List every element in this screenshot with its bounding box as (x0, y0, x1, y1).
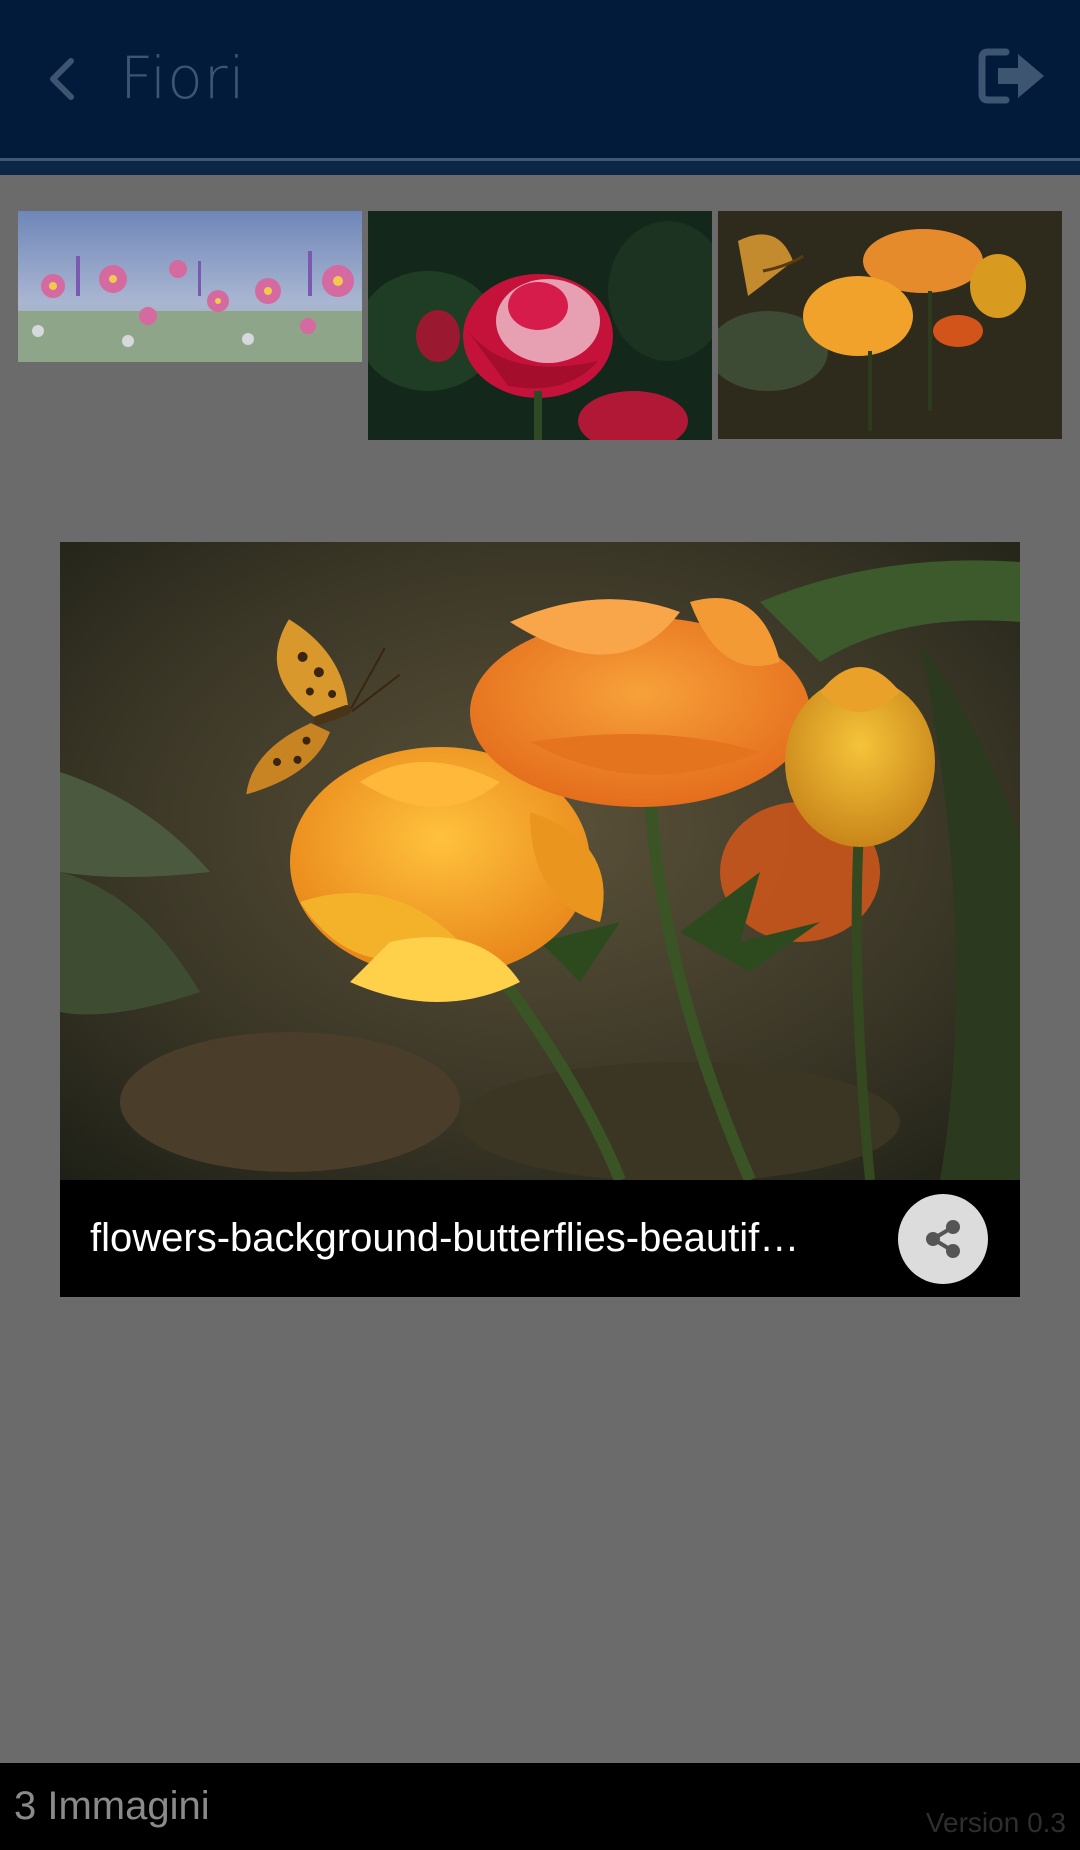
caption-bar: flowers-background-butterflies-beautif… (60, 1180, 1020, 1297)
share-icon (926, 1220, 960, 1258)
share-button[interactable] (898, 1194, 988, 1284)
back-button[interactable] (30, 40, 96, 118)
version-label: Version 0.3 (925, 1807, 1066, 1838)
main-image-flowers-butterfly (60, 542, 1020, 1180)
image-caption: flowers-background-butterflies-beautif… (90, 1216, 800, 1260)
app-header: Fiori (0, 0, 1080, 158)
image-count: 3 Immagini (14, 1784, 210, 1828)
thumbnail-1[interactable] (18, 211, 362, 362)
image-viewer[interactable]: flowers-background-butterflies-beautif… (60, 542, 1020, 1297)
footer-bar: 3 Immagini Version 0.3 (0, 1763, 1080, 1850)
thumbnail-2[interactable] (368, 211, 712, 440)
thumbnail-image-meadow (18, 211, 362, 362)
main-image[interactable] (60, 542, 1020, 1180)
header-strip (0, 161, 1080, 175)
page-title: Fiori (120, 44, 246, 112)
sign-out-icon (978, 48, 1044, 104)
thumbnail-image-butterfly (718, 211, 1062, 439)
thumbnail-3[interactable] (718, 211, 1062, 439)
chevron-left-icon (50, 58, 74, 100)
logout-button[interactable] (972, 40, 1052, 112)
gallery-screen: Fiori flowers-background-butterflies-bea… (0, 0, 1080, 1850)
thumbnail-image-rose (368, 211, 712, 440)
